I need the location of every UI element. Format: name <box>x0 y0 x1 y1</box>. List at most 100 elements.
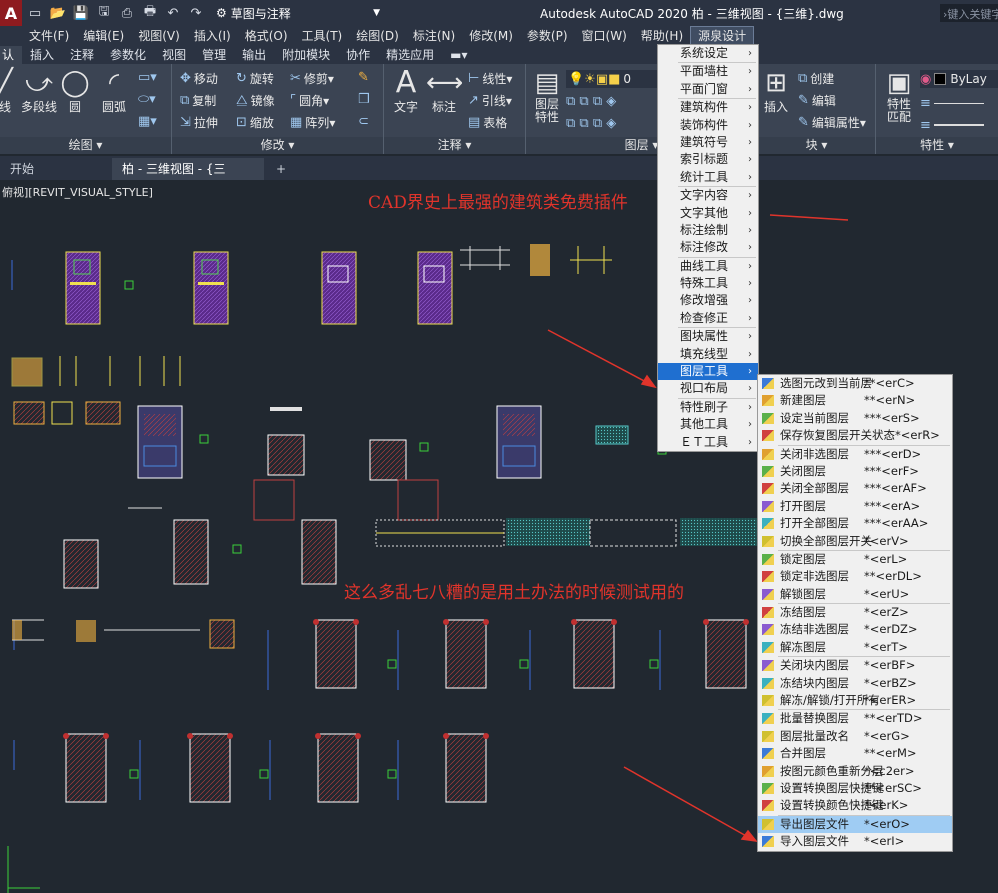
layer-menu-item[interactable]: 冻结图层 *<erZ> <box>758 604 952 621</box>
layer-menu-item[interactable]: 图层批量改名 *<erG> <box>758 728 952 745</box>
layer-menu-item[interactable]: 锁定非选图层 **<erDL> <box>758 568 952 585</box>
menu-draw[interactable]: 绘图(D) <box>349 26 406 46</box>
tab-insert[interactable]: 插入 <box>22 46 62 64</box>
stretch-button[interactable]: ⇲ 拉伸 <box>180 114 218 131</box>
layer-menu-item[interactable]: 冻结非选图层 *<erDZ> <box>758 621 952 638</box>
menu-item[interactable]: 平面门窗 › <box>658 81 758 98</box>
tab-annotate[interactable]: 注释 <box>62 46 102 64</box>
print-icon[interactable]: 🖶 <box>140 3 160 23</box>
layer-menu-item[interactable]: 打开图层 ***<erA> <box>758 498 952 515</box>
match-properties-button[interactable]: ▣ 特性 匹配 <box>882 68 916 124</box>
tab-default[interactable]: 认 <box>0 46 23 64</box>
linear-button[interactable]: ⊢ 线性 ▾ <box>468 70 512 87</box>
app-menu-button[interactable]: A <box>0 0 22 26</box>
panel-title-annotation[interactable]: 注释 ▾ <box>384 137 525 154</box>
arc-button[interactable]: ◜ 圆弧 <box>98 68 130 115</box>
menu-item[interactable]: 其他工具 › <box>658 416 758 433</box>
dimension-button[interactable]: ⟷ 标注 <box>426 68 463 115</box>
layer-menu-item[interactable]: 打开全部图层 ***<erAA> <box>758 515 952 532</box>
menu-item[interactable]: 索引标题 › <box>658 151 758 168</box>
redo-icon[interactable]: ↷ <box>186 3 206 23</box>
menu-yuanquan[interactable]: 源泉设计 <box>690 26 755 46</box>
copy-button[interactable]: ⧉ 复制 <box>180 92 216 109</box>
layer-menu-item[interactable]: 按图元颜色重新分层 *<c2er> <box>758 763 952 780</box>
layer-menu-item[interactable]: 关闭全部图层 ***<erAF> <box>758 480 952 497</box>
layer-menu-item[interactable]: 关闭图层 ***<erF> <box>758 463 952 480</box>
erase-button[interactable]: ✎ <box>358 70 372 85</box>
menu-parametric[interactable]: 参数(P) <box>520 26 575 46</box>
layer-menu-item[interactable]: 保存恢复图层开关状态*<erR> <box>758 427 952 444</box>
layer-tools-row-2[interactable]: ⧉ ⧉ ⧉ ◈ <box>566 116 619 131</box>
menu-item[interactable]: 特殊工具 › <box>658 275 758 292</box>
fillet-button[interactable]: ⌜ 圆角 ▾ <box>290 92 329 109</box>
layer-menu-item[interactable]: 设定当前图层 ***<erS> <box>758 410 952 427</box>
layer-menu-item[interactable]: 解冻图层 *<erT> <box>758 639 952 656</box>
menu-help[interactable]: 帮助(H) <box>634 26 690 46</box>
tab-collaborate[interactable]: 协作 <box>338 46 378 64</box>
layer-menu-item[interactable]: 设置转换图层快捷键 **<erSC> <box>758 780 952 797</box>
rotate-button[interactable]: ↻ 旋转 <box>236 70 274 87</box>
layer-menu-item[interactable]: 锁定图层 *<erL> <box>758 551 952 568</box>
menu-file[interactable]: 文件(F) <box>22 26 76 46</box>
menu-item[interactable]: 标注绘制 › <box>658 222 758 239</box>
ellipse-button[interactable]: ⬭▾ <box>138 92 159 107</box>
layer-menu-item[interactable]: 批量替换图层 **<erTD> <box>758 710 952 727</box>
menu-item[interactable]: 系统设定 › <box>658 45 758 62</box>
menu-tools[interactable]: 工具(T) <box>295 26 350 46</box>
rectangle-button[interactable]: ▭▾ <box>138 70 160 85</box>
new-icon[interactable]: ▭ <box>25 3 45 23</box>
layer-menu-item[interactable]: 解冻/解锁/打开所有 *<erER> <box>758 692 952 709</box>
menu-item[interactable]: 文字其他 › <box>658 205 758 222</box>
open-icon[interactable]: 📂 <box>48 3 68 23</box>
menu-edit[interactable]: 编辑(E) <box>76 26 131 46</box>
menu-item[interactable]: 装饰构件 › <box>658 117 758 134</box>
layer-tools-row-1[interactable]: ⧉ ⧉ ⧉ ◈ <box>566 94 619 109</box>
layer-menu-item[interactable]: 切换全部图层开关 *<erV> <box>758 533 952 550</box>
tab-extra[interactable]: ▬▾ <box>442 46 475 64</box>
menu-item[interactable]: 建筑构件 › <box>658 99 758 116</box>
tab-manage[interactable]: 管理 <box>194 46 234 64</box>
circle-button[interactable]: ◯ 圆 <box>60 68 90 115</box>
save-icon[interactable]: 💾 <box>71 3 91 23</box>
menu-item[interactable]: 特性刷子 › <box>658 399 758 416</box>
menu-dimension[interactable]: 标注(N) <box>406 26 462 46</box>
layer-menu-item[interactable]: 导入图层文件 *<erI> <box>758 833 952 850</box>
panel-title-block[interactable]: 块 ▾ <box>758 137 875 154</box>
explode-button[interactable]: ❒ <box>358 92 373 107</box>
color-dropdown[interactable]: ◉ ByLay <box>920 70 998 88</box>
panel-title-draw[interactable]: 绘图 ▾ <box>0 137 171 154</box>
lineweight-dropdown[interactable]: ≡ <box>920 116 998 134</box>
tab-drawing[interactable]: 柏 - 三维视图 - {三维}*× <box>112 158 264 198</box>
menu-item[interactable]: 修改增强 › <box>658 292 758 309</box>
menu-item[interactable]: 建筑符号 › <box>658 134 758 151</box>
offset-button[interactable]: ⊂ <box>358 114 372 129</box>
create-block-button[interactable]: ⧉ 创建 <box>798 70 834 87</box>
insert-block-button[interactable]: ⊞ 插入 <box>760 68 792 115</box>
menu-format[interactable]: 格式(O) <box>238 26 295 46</box>
menu-item[interactable]: ＥＴ工具 › <box>658 434 758 451</box>
edit-block-button[interactable]: ✎ 编辑 <box>798 92 836 109</box>
leader-button[interactable]: ↗ 引线 ▾ <box>468 92 512 109</box>
layer-menu-item[interactable]: 新建图层 **<erN> <box>758 392 952 409</box>
workspace-dropdown[interactable]: ⚙ 草图与注释 ▼ <box>212 3 384 23</box>
menu-view[interactable]: 视图(V) <box>131 26 187 46</box>
layer-menu-item[interactable]: 关闭非选图层 ***<erD> <box>758 446 952 463</box>
tab-start[interactable]: 开始 <box>0 158 110 180</box>
plot-icon[interactable]: ⎙ <box>117 3 137 23</box>
edit-attributes-button[interactable]: ✎ 编辑属性 ▾ <box>798 114 866 131</box>
layer-menu-item[interactable]: 关闭块内图层 *<erBF> <box>758 657 952 674</box>
menu-item[interactable]: 曲线工具 › <box>658 258 758 275</box>
menu-item[interactable]: 统计工具 › <box>658 169 758 186</box>
menu-item[interactable]: 标注修改 › <box>658 239 758 256</box>
layer-properties-button[interactable]: ▤ 图层 特性 <box>530 68 564 124</box>
text-button[interactable]: A 文字 <box>390 68 422 115</box>
menu-modify[interactable]: 修改(M) <box>462 26 520 46</box>
layer-menu-item[interactable]: 选图元改到当前层 **<erC> <box>758 375 952 392</box>
undo-icon[interactable]: ↶ <box>163 3 183 23</box>
layer-menu-item[interactable]: 解锁图层 *<erU> <box>758 586 952 603</box>
layer-menu-item[interactable]: 冻结块内图层 *<erBZ> <box>758 675 952 692</box>
saveas-icon[interactable]: 🖫 <box>94 3 114 23</box>
move-button[interactable]: ✥ 移动 <box>180 70 218 87</box>
tab-featured[interactable]: 精选应用 <box>378 46 442 64</box>
panel-title-properties[interactable]: 特性 ▾ <box>876 137 998 154</box>
